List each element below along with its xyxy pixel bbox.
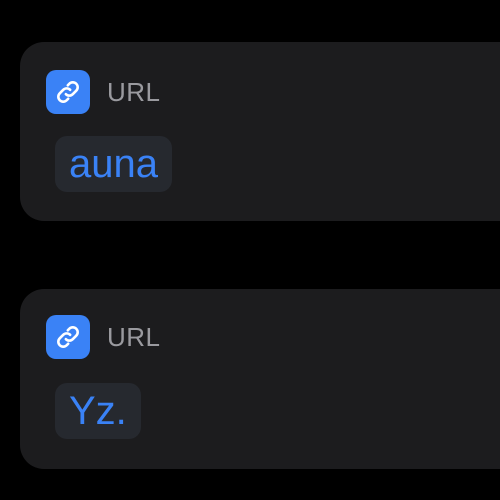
url-action-card[interactable]: URL Yz. <box>20 289 500 469</box>
card-header: URL <box>46 70 161 114</box>
link-icon <box>46 70 90 114</box>
link-icon <box>46 315 90 359</box>
url-value-token[interactable]: auna <box>55 136 172 192</box>
url-action-card[interactable]: URL auna <box>20 42 500 221</box>
card-label: URL <box>107 321 161 352</box>
url-value-token[interactable]: Yz. <box>55 383 141 439</box>
screen: URL auna URL Yz. <box>0 0 500 500</box>
card-header: URL <box>46 315 161 359</box>
card-label: URL <box>107 76 161 107</box>
